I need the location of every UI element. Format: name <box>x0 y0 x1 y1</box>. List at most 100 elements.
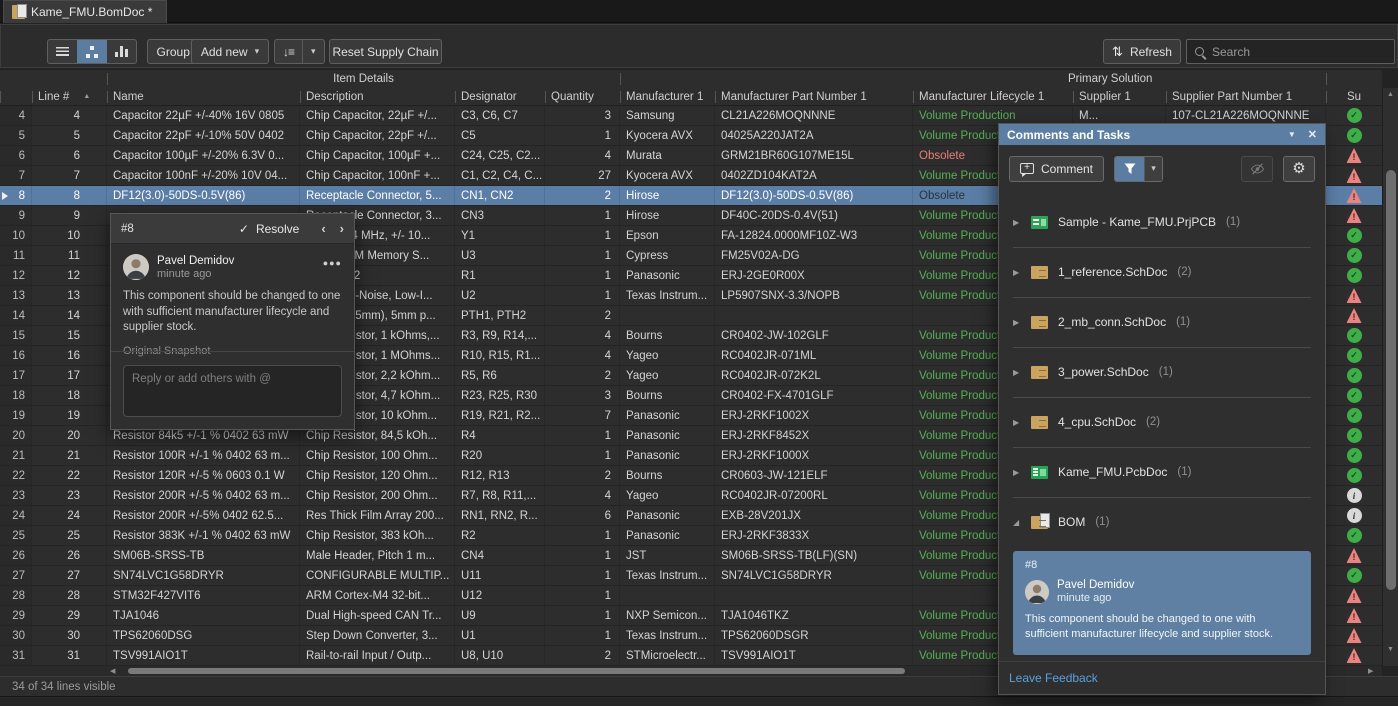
sort-button[interactable]: ↓≡ <box>275 40 302 63</box>
cell-su: ✓ <box>1326 426 1382 445</box>
altium-bomdoc-window: Kame_FMU.BomDoc * Group by ▾ Add new ▾ ↓… <box>0 0 1398 706</box>
tree-item-sample-kame-fmu-prjpcb[interactable]: ▶Sample - Kame_FMU.PrjPCB(1) <box>999 197 1325 247</box>
schdoc-file-icon <box>1031 266 1048 279</box>
card-time: minute ago <box>1057 592 1134 604</box>
cell-qty: 2 <box>545 306 620 325</box>
row-gutter-number: 10 <box>0 226 32 245</box>
cell-qty: 2 <box>545 366 620 385</box>
panel-toolbar: + Comment ▾ ⚙ <box>999 145 1325 192</box>
row-gutter-number: 17 <box>0 366 32 385</box>
refresh-button[interactable]: ⇅ Refresh <box>1103 39 1181 64</box>
flat-view-button[interactable] <box>48 40 77 63</box>
cell-name: Capacitor 22pF +/-10% 50V 0402 <box>107 126 300 145</box>
tree-item-3-power-schdoc[interactable]: ▶3_power.SchDoc(1) <box>999 347 1325 397</box>
cell-line: 11 <box>32 246 107 265</box>
leave-feedback-link[interactable]: Leave Feedback <box>1009 671 1098 685</box>
cell-mfr: Yageo <box>620 346 715 365</box>
collapse-icon[interactable]: ◢ <box>1013 518 1021 527</box>
status-check-icon: ✓ <box>1347 468 1362 483</box>
vertical-scrollbar[interactable]: ▲ ▼ <box>1382 88 1398 666</box>
hide-resolved-button[interactable] <box>1241 156 1273 182</box>
chart-view-button[interactable] <box>107 40 136 63</box>
grouped-view-button[interactable] <box>77 40 106 63</box>
next-comment-button[interactable]: › <box>340 221 344 236</box>
cell-su: ! <box>1326 306 1382 325</box>
close-icon[interactable]: ✕ <box>1308 128 1317 141</box>
sort-options-button[interactable]: ▾ <box>302 40 324 63</box>
reply-input[interactable] <box>123 365 342 417</box>
horizontal-scrollbar-thumb[interactable] <box>128 668 905 674</box>
tab-bomdoc[interactable]: Kame_FMU.BomDoc * <box>3 0 167 23</box>
row-gutter-number: 14 <box>0 306 32 325</box>
reset-supply-chain-button[interactable]: Reset Supply Chain <box>329 39 442 64</box>
expand-icon[interactable]: ▶ <box>1013 318 1021 327</box>
comment-count-badge: (1) <box>1176 316 1190 328</box>
tree-item-label: 3_power.SchDoc <box>1058 365 1149 379</box>
group-header-item-details: Item Details <box>107 70 620 88</box>
cell-mpn: ERJ-2RKF3833X <box>715 526 913 545</box>
cell-line: 10 <box>32 226 107 245</box>
cell-name: Resistor 100R +/-1 % 0402 63 m... <box>107 446 300 465</box>
tree-item-label: BOM <box>1058 515 1085 529</box>
column-header-su[interactable]: Su <box>1326 88 1382 106</box>
filter-button[interactable] <box>1115 157 1144 181</box>
vertical-scrollbar-thumb[interactable] <box>1386 170 1396 590</box>
prev-comment-button[interactable]: ‹ <box>321 221 325 236</box>
scroll-down-icon[interactable]: ▼ <box>1387 646 1394 653</box>
expand-icon[interactable]: ▶ <box>1013 218 1021 227</box>
group-header-row: Item Details Primary Solution <box>0 70 1382 88</box>
column-header-mpn[interactable]: Manufacturer Part Number 1 <box>715 88 913 106</box>
sort-ascending-icon: ▲ <box>83 93 90 100</box>
cell-su: ! <box>1326 146 1382 165</box>
column-header-desig[interactable]: Designator <box>455 88 545 106</box>
scroll-up-icon[interactable]: ▲ <box>1387 91 1394 98</box>
cell-desc: Chip Capacitor, 100µF +... <box>300 146 455 165</box>
tree-item-kame-fmu-pcbdoc[interactable]: ▶Kame_FMU.PcbDoc(1) <box>999 447 1325 497</box>
search-input[interactable] <box>1212 45 1386 59</box>
panel-menu-icon[interactable]: ▼ <box>1288 130 1296 139</box>
schdoc-file-icon <box>1031 366 1048 379</box>
add-comment-button[interactable]: + Comment <box>1009 156 1104 182</box>
scroll-right-icon[interactable]: ▶ <box>1368 667 1373 675</box>
tree-item-bom[interactable]: ◢BOM(1) <box>999 497 1325 547</box>
tree-item-4-cpu-schdoc[interactable]: ▶4_cpu.SchDoc(2) <box>999 397 1325 447</box>
column-header-spn[interactable]: Supplier Part Number 1 <box>1166 88 1326 106</box>
cell-desc: Chip Resistor, 120 Ohm... <box>300 466 455 485</box>
expand-icon[interactable]: ▶ <box>1013 268 1021 277</box>
cell-desig: R20 <box>455 446 545 465</box>
filter-options-button[interactable]: ▾ <box>1144 157 1162 181</box>
cell-su: ! <box>1326 586 1382 605</box>
column-header-mfr[interactable]: Manufacturer 1 <box>620 88 715 106</box>
cell-su: ! <box>1326 166 1382 185</box>
cell-su: ✓ <box>1326 346 1382 365</box>
column-header-qty[interactable]: Quantity <box>545 88 620 106</box>
comment-card[interactable]: #8 Pavel Demidov minute ago This compone… <box>1013 551 1311 655</box>
tree-item-label: 2_mb_conn.SchDoc <box>1058 315 1166 329</box>
cell-desc: ARM Cortex-M4 32-bit... <box>300 586 455 605</box>
comment-author: Pavel Demidov <box>157 255 234 267</box>
expand-icon[interactable]: ▶ <box>1013 368 1021 377</box>
column-header-name[interactable]: Name <box>107 88 300 106</box>
column-header-label: Manufacturer Part Number 1 <box>721 91 867 103</box>
expand-icon[interactable]: ▶ <box>1013 418 1021 427</box>
column-header-desc[interactable]: Description <box>300 88 455 106</box>
column-header-sup[interactable]: Supplier 1 <box>1073 88 1166 106</box>
tree-item-2-mb-conn-schdoc[interactable]: ▶ 2_mb_conn.SchDoc (1) <box>999 297 1325 347</box>
cell-mpn: RC0402JR-071ML <box>715 346 913 365</box>
cell-name: TJA1046 <box>107 606 300 625</box>
expand-icon[interactable]: ▶ <box>1013 468 1021 477</box>
chevron-down-icon: ▾ <box>1151 163 1156 174</box>
resolve-button[interactable]: ✓ Resolve <box>239 222 299 236</box>
tree-item-1-reference-schdoc[interactable]: ▶1_reference.SchDoc(2) <box>999 247 1325 297</box>
cell-desig: U12 <box>455 586 545 605</box>
panel-settings-button[interactable]: ⚙ <box>1283 156 1315 182</box>
cell-desig: CN3 <box>455 206 545 225</box>
cell-name: DF12(3.0)-50DS-0.5V(86) <box>107 186 300 205</box>
column-header-line[interactable]: Line #▲ <box>32 88 107 106</box>
row-gutter-number: 21 <box>0 446 32 465</box>
more-options-icon[interactable]: ●●● <box>323 258 342 268</box>
add-new-button[interactable]: Add new ▾ <box>191 39 269 64</box>
column-header-life[interactable]: Manufacturer Lifecycle 1 <box>913 88 1073 106</box>
scroll-left-icon[interactable]: ◀ <box>110 667 115 675</box>
comment-popup-body: Pavel Demidov minute ago ●●● This compon… <box>111 244 354 357</box>
